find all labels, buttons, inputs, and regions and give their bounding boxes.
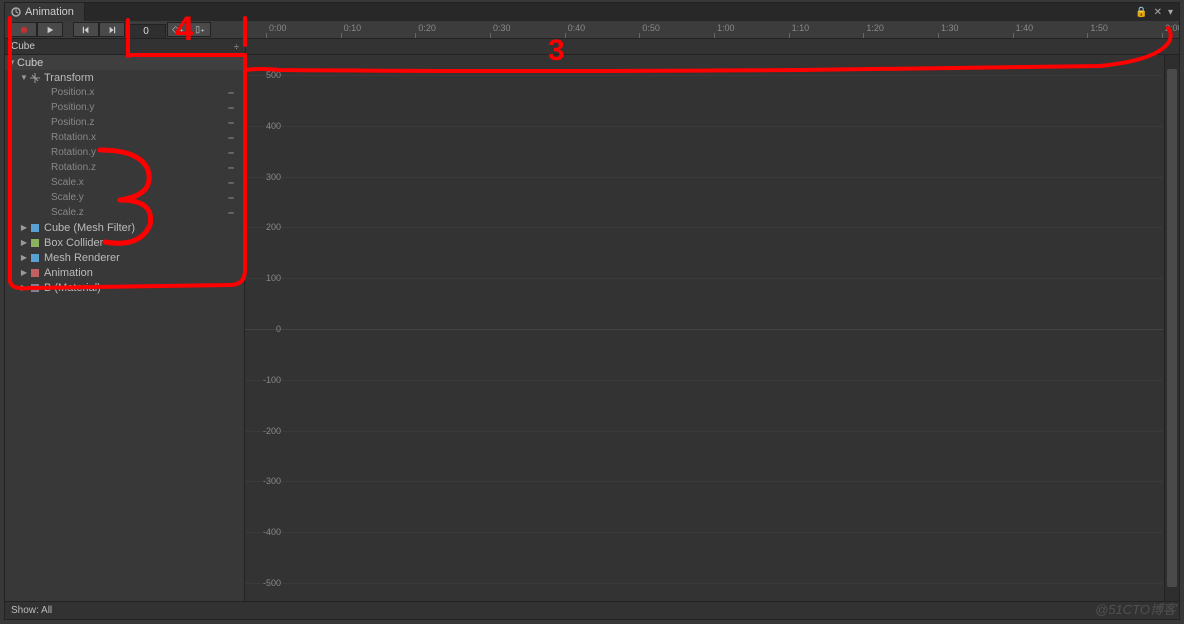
property-menu-icon[interactable]: – (224, 102, 238, 114)
y-axis-label: -100 (247, 375, 281, 385)
transform-icon (29, 72, 41, 84)
window-lock-icon[interactable]: 🔒 (1135, 7, 1147, 18)
y-axis-label: -400 (247, 527, 281, 537)
clip-dropdown[interactable]: Cube (5, 41, 234, 52)
property-row[interactable]: Rotation.z– (5, 160, 244, 175)
timeline-ruler[interactable]: 0:00 0:10 0:20 0:30 0:40 0:50 1:00 1:10 1:20 1:30… (245, 21, 1179, 38)
chevron-down-icon[interactable]: ▼ (19, 73, 29, 82)
y-axis-label: 200 (247, 222, 281, 232)
y-axis-label: 400 (247, 121, 281, 131)
property-label: Scale.y (51, 192, 224, 203)
chevron-right-icon[interactable]: ▶ (19, 238, 29, 247)
timeline-tick-label: 0:00 (269, 23, 287, 33)
timeline-tick-label: 2:00 (1165, 23, 1179, 33)
chevron-right-icon[interactable]: ▶ (19, 283, 29, 292)
property-menu-icon[interactable]: – (224, 147, 238, 159)
timeline-tick-label: 0:30 (493, 23, 511, 33)
timeline-tick-label: 1:10 (792, 23, 810, 33)
property-menu-icon[interactable]: – (224, 162, 238, 174)
property-row[interactable]: Rotation.x– (5, 130, 244, 145)
property-label: Position.x (51, 87, 224, 98)
property-hierarchy[interactable]: ▼ Cube ▼ Transform Position.x–Position.y… (5, 55, 245, 601)
component-icon (29, 237, 41, 249)
curve-pane[interactable]: 500 400 300 200 100 0 -100 -200 -300 -400 -500 (245, 55, 1179, 601)
component-row[interactable]: ▶ B (Material) (5, 280, 244, 295)
property-label: Position.y (51, 102, 224, 113)
tab-animation[interactable]: Animation (5, 3, 85, 21)
component-icon (29, 267, 41, 279)
property-label: Scale.z (51, 207, 224, 218)
tab-animation-label: Animation (25, 6, 74, 18)
property-label: Rotation.z (51, 162, 224, 173)
watermark: @51CTO博客 (1095, 599, 1176, 618)
timeline-tick-label: 0:20 (418, 23, 436, 33)
component-row[interactable]: ▶ Animation (5, 265, 244, 280)
property-menu-icon[interactable]: – (224, 117, 238, 129)
add-event-button[interactable]: ▯₊ (189, 22, 211, 37)
component-icon (29, 222, 41, 234)
vertical-scrollbar[interactable] (1164, 55, 1179, 601)
timeline-tick-label: 1:00 (717, 23, 735, 33)
component-label: Animation (44, 267, 238, 279)
property-menu-icon[interactable]: – (224, 132, 238, 144)
property-menu-icon[interactable]: – (224, 177, 238, 189)
chevron-right-icon[interactable]: ▶ (19, 268, 29, 277)
property-row[interactable]: Position.x– (5, 85, 244, 100)
record-button[interactable] (11, 22, 37, 37)
component-label: Mesh Renderer (44, 252, 238, 264)
property-menu-icon[interactable]: – (224, 192, 238, 204)
root-object-label: Cube (17, 57, 238, 69)
y-axis-label: -300 (247, 476, 281, 486)
property-row[interactable]: Rotation.y– (5, 145, 244, 160)
timeline-tick-label: 0:10 (344, 23, 362, 33)
chevron-right-icon[interactable]: ▶ (19, 223, 29, 232)
property-menu-icon[interactable]: – (224, 87, 238, 99)
frame-input[interactable] (126, 24, 166, 39)
timeline-tick-label: 1:40 (1016, 23, 1034, 33)
property-row[interactable]: Scale.y– (5, 190, 244, 205)
property-row[interactable]: Position.y– (5, 100, 244, 115)
component-row[interactable]: ▶ Box Collider (5, 235, 244, 250)
component-icon (29, 252, 41, 264)
component-label: Cube (Mesh Filter) (44, 222, 238, 234)
window-menu-icon[interactable]: ▾ (1168, 7, 1173, 18)
chevron-right-icon[interactable]: ▶ (19, 253, 29, 262)
property-row[interactable]: Scale.x– (5, 175, 244, 190)
property-label: Rotation.y (51, 147, 224, 158)
footer-show-label[interactable]: Show: All (11, 605, 52, 616)
timeline-tick-label: 1:50 (1090, 23, 1108, 33)
component-row[interactable]: ▶ Mesh Renderer (5, 250, 244, 265)
timeline-tick-label: 1:30 (941, 23, 959, 33)
transform-label: Transform (44, 72, 238, 84)
property-label: Rotation.x (51, 132, 224, 143)
component-label: Box Collider (44, 237, 238, 249)
property-row[interactable]: Scale.z– (5, 205, 244, 220)
y-axis-label: 300 (247, 172, 281, 182)
window-close-icon[interactable]: ✕ (1154, 7, 1162, 18)
add-keyframe-button[interactable]: ◇₊ (167, 22, 189, 37)
component-label: B (Material) (44, 282, 238, 294)
y-axis-label: -200 (247, 426, 281, 436)
property-label: Scale.x (51, 177, 224, 188)
y-axis-label: 0 (247, 324, 281, 334)
chevron-down-icon[interactable]: ▼ (7, 58, 17, 67)
timeline-tick-label: 1:20 (866, 23, 884, 33)
y-axis-label: 100 (247, 273, 281, 283)
property-row[interactable]: Position.z– (5, 115, 244, 130)
next-key-button[interactable] (99, 22, 125, 37)
component-row[interactable]: ▶ Cube (Mesh Filter) (5, 220, 244, 235)
component-icon (29, 282, 41, 294)
y-axis-label: -500 (247, 578, 281, 588)
y-axis-label: 500 (247, 70, 281, 80)
timeline-tick-label: 0:40 (568, 23, 586, 33)
property-label: Position.z (51, 117, 224, 128)
play-button[interactable] (37, 22, 63, 37)
prev-key-button[interactable] (73, 22, 99, 37)
property-menu-icon[interactable]: – (224, 207, 238, 219)
timeline-tick-label: 0:50 (642, 23, 660, 33)
